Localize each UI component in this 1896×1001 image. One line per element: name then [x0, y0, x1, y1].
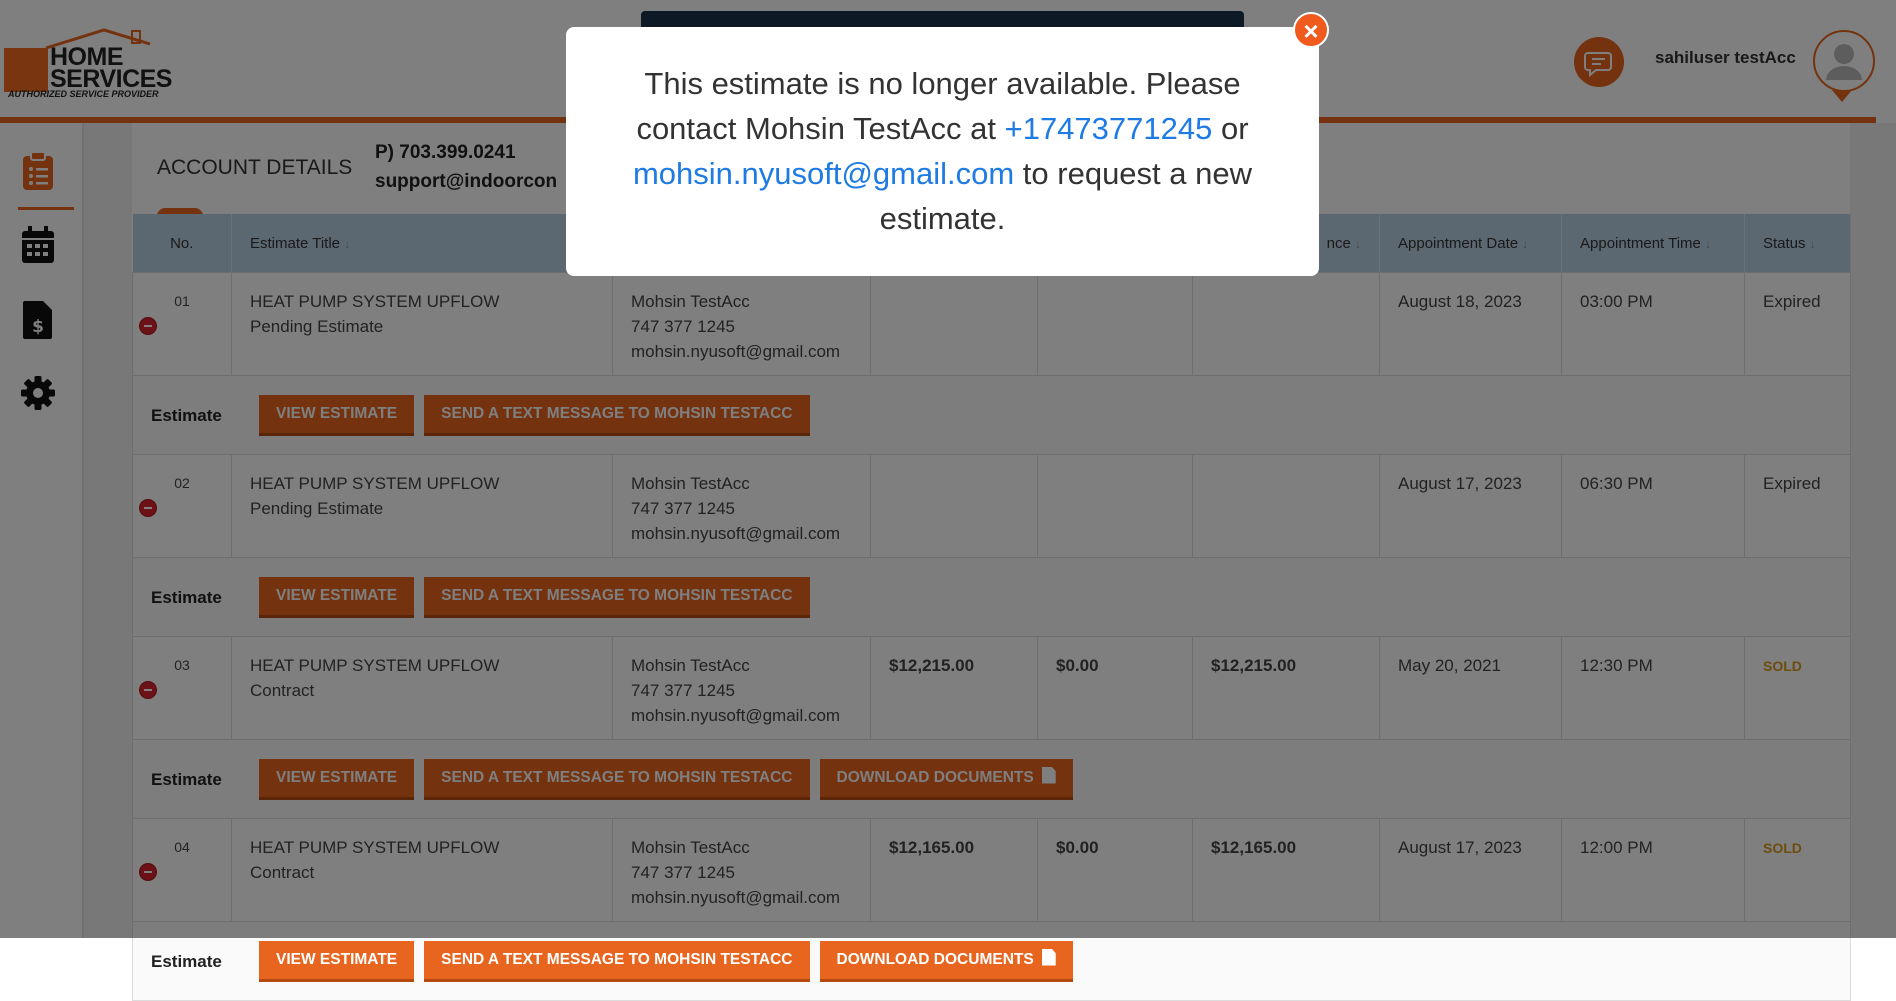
close-icon: × [1303, 16, 1319, 46]
download-documents-button[interactable]: DOWNLOAD DOCUMENTS [819, 940, 1073, 982]
estimate-unavailable-dialog: This estimate is no longer available. Pl… [566, 27, 1319, 276]
action-label: Estimate [151, 951, 222, 971]
contact-phone-link[interactable]: +17473771245 [1005, 111, 1213, 146]
send-text-button[interactable]: SEND A TEXT MESSAGE TO MOHSIN TESTACC [424, 940, 810, 982]
contact-email-link[interactable]: mohsin.nyusoft@gmail.com [633, 156, 1014, 191]
dialog-message-connector: or [1212, 111, 1249, 146]
view-estimate-button[interactable]: VIEW ESTIMATE [259, 940, 415, 982]
document-icon [1041, 948, 1056, 966]
close-dialog-button[interactable]: × [1293, 12, 1329, 48]
